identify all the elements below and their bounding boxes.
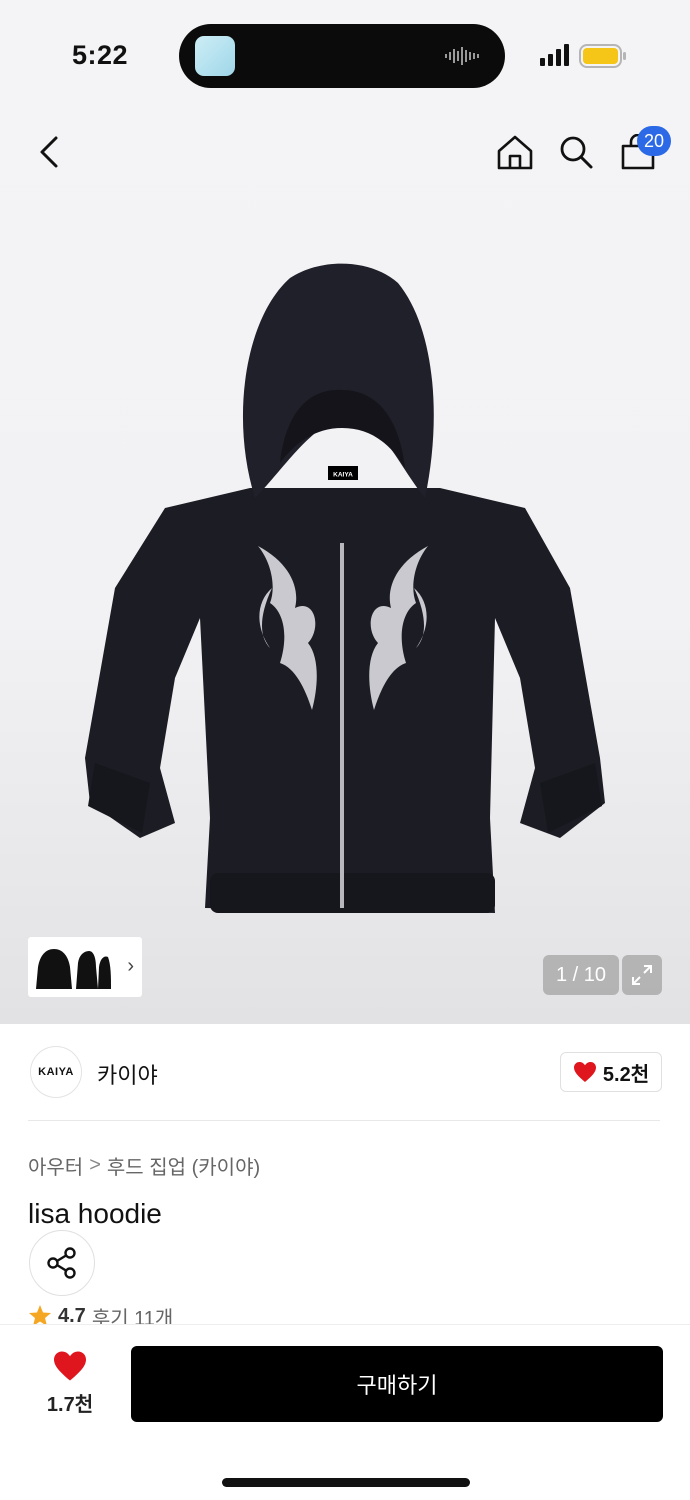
expand-image-button[interactable]	[622, 955, 662, 995]
now-playing-thumbnail	[195, 36, 235, 76]
wishlist-button[interactable]: 1.7천	[28, 1345, 112, 1421]
cellular-signal-icon	[540, 44, 569, 66]
hoodie-product-image[interactable]: KAIYA	[80, 258, 610, 918]
status-bar: 5:22	[0, 0, 690, 110]
image-page-indicator: 1 / 10	[543, 955, 619, 995]
home-icon	[497, 135, 533, 170]
battery-icon	[579, 44, 626, 68]
heart-icon	[54, 1350, 86, 1381]
hoodie-brand-label: KAIYA	[333, 472, 353, 479]
wishlist-count: 1.7천	[46, 1393, 94, 1416]
top-navigation	[0, 118, 690, 188]
chevron-right-icon: ›	[127, 955, 134, 977]
product-image-area[interactable]: 5:22 20 KAIYA › 1 / 10	[0, 0, 690, 1024]
search-icon	[560, 136, 593, 169]
share-icon	[47, 1247, 76, 1279]
brand-like-count: 5.2천	[602, 1063, 650, 1086]
chevron-left-icon	[40, 136, 58, 168]
home-indicator[interactable]	[222, 1478, 470, 1487]
brand-name[interactable]: 카이야	[97, 1058, 158, 1090]
cart-count-badge: 20	[637, 126, 671, 156]
section-divider	[28, 1120, 660, 1121]
home-button[interactable]	[491, 128, 539, 176]
breadcrumb: 아우터 > 후드 집업 (카이야)	[28, 1151, 260, 1180]
product-title: lisa hoodie	[28, 1198, 162, 1229]
status-time: 5:22	[72, 40, 129, 70]
breadcrumb-separator: >	[89, 1154, 101, 1176]
heart-icon	[573, 1062, 596, 1082]
bottom-action-bar: 1.7천 구매하기	[0, 1324, 690, 1500]
search-button[interactable]	[552, 128, 600, 176]
thumbnail-images	[36, 949, 111, 989]
brand-logo[interactable]: KAIYA	[30, 1046, 82, 1098]
brand-like-button[interactable]: 5.2천	[560, 1052, 662, 1092]
buy-button[interactable]: 구매하기	[131, 1346, 663, 1422]
audio-wave-icon	[445, 47, 479, 65]
back-button[interactable]	[25, 128, 73, 176]
dynamic-island[interactable]	[179, 24, 505, 88]
thumbnail-strip[interactable]: ›	[28, 937, 142, 997]
breadcrumb-subcategory[interactable]: 후드 집업 (카이야)	[107, 1151, 260, 1180]
expand-icon	[632, 965, 652, 985]
breadcrumb-category[interactable]: 아우터	[28, 1151, 83, 1180]
brand-row: KAIYA 카이야 5.2천	[0, 1040, 690, 1106]
share-button[interactable]	[29, 1230, 95, 1296]
